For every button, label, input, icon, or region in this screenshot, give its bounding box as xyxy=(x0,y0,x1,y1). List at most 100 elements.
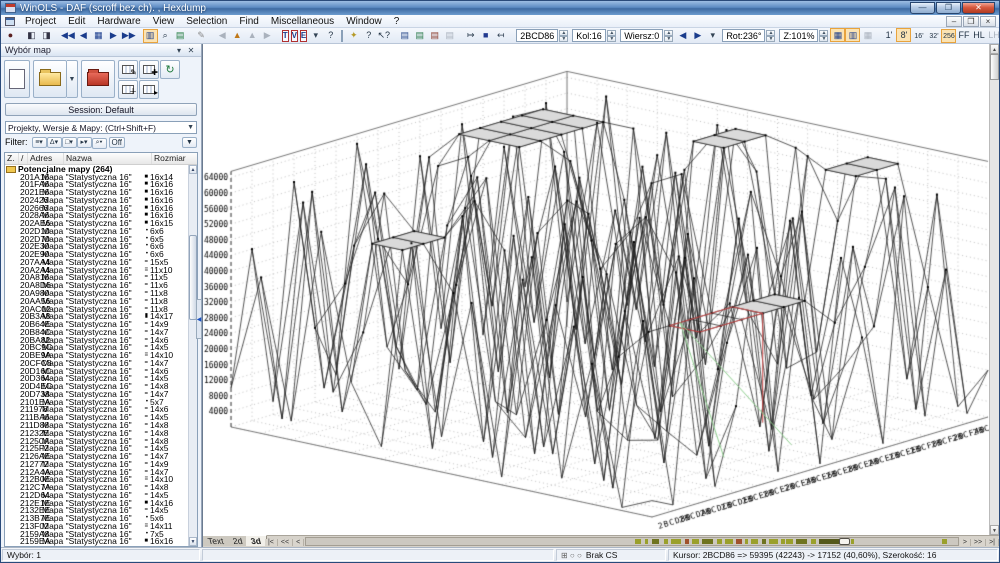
toolbar-icon[interactable]: ▥ xyxy=(845,28,861,42)
tab-text[interactable]: Text xyxy=(203,535,230,546)
toolbar-icon[interactable]: ▶ xyxy=(106,29,121,43)
value-view-button[interactable]: V xyxy=(290,29,298,42)
toolbar-icon[interactable]: ◨ xyxy=(39,29,54,43)
scroll-thumb[interactable] xyxy=(990,54,999,80)
toolbar-icon[interactable]: 32' xyxy=(926,29,941,43)
row-spinner[interactable]: Wiersz:0 ▲ ▼ xyxy=(620,29,674,42)
panel-close-icon[interactable]: ✕ xyxy=(185,46,197,55)
menu-item-view[interactable]: View xyxy=(147,15,181,28)
toolbar-icon[interactable]: ◀ xyxy=(76,29,91,43)
toolbar-icon[interactable]: ● xyxy=(3,29,18,43)
toolbar-icon[interactable]: 256 xyxy=(941,29,957,43)
toolbar-icon[interactable]: 1' xyxy=(881,28,896,42)
close-button[interactable]: ✕ xyxy=(962,2,995,14)
map-edit-button[interactable]: ✎ xyxy=(118,60,138,79)
import-file-button[interactable] xyxy=(81,60,115,98)
toolbar-icon[interactable]: ▾ xyxy=(705,29,720,43)
list-header[interactable]: Z. / Adres Nazwa Rozmiar xyxy=(5,152,197,165)
nav-button[interactable]: >| xyxy=(986,539,999,546)
filter-button[interactable]: □▾ xyxy=(61,136,77,148)
toolbar-icon[interactable]: ✎ xyxy=(194,29,209,43)
toolbar-icon[interactable]: ✦ xyxy=(346,29,361,43)
filter-button[interactable]: Δ▾ xyxy=(46,136,62,148)
toolbar-icon[interactable]: ▲ xyxy=(245,29,260,43)
tab-3d[interactable]: 3d xyxy=(246,535,267,546)
toolbar-icon[interactable]: ▤ xyxy=(427,29,442,43)
toolbar-icon[interactable]: ◧ xyxy=(24,29,39,43)
map-export-button[interactable]: ▸ xyxy=(139,80,159,99)
map-sync-button[interactable]: ↻ xyxy=(160,60,180,79)
minimize-button[interactable]: — xyxy=(910,2,935,14)
scroll-down-icon[interactable]: ▼ xyxy=(189,537,197,546)
toolbar-icon[interactable]: ▤ xyxy=(442,29,457,43)
toolbar-icon[interactable]: ■ xyxy=(478,29,493,43)
toolbar-icon[interactable]: ▦ xyxy=(860,28,875,42)
text-view-button[interactable]: T xyxy=(281,29,289,42)
toolbar-icon[interactable]: ▾ xyxy=(308,29,323,43)
nav-button[interactable]: << xyxy=(277,539,294,546)
menu-item-?[interactable]: ? xyxy=(388,15,406,28)
toolbar-icon[interactable]: ↦ xyxy=(463,29,478,43)
menu-item-selection[interactable]: Selection xyxy=(180,15,233,28)
nav-button[interactable]: < xyxy=(293,539,305,546)
scroll-up-icon[interactable]: ▲ xyxy=(990,44,999,54)
new-project-button[interactable] xyxy=(4,60,30,98)
zoom-spinner[interactable]: Z:101% ▲ ▼ xyxy=(779,29,829,42)
session-button[interactable]: Session: Default xyxy=(5,103,197,116)
toolbar-icon[interactable]: ◀ xyxy=(675,29,690,43)
chart-vscrollbar[interactable]: ▲ ▼ xyxy=(989,44,999,535)
toolbar-icon[interactable]: ▲ xyxy=(230,29,245,43)
maximize-button[interactable]: ❐ xyxy=(936,2,961,14)
toolbar-icon[interactable]: HL xyxy=(971,28,986,42)
toolbar-icon[interactable]: ▶ xyxy=(690,29,705,43)
column-spinner[interactable]: Kol:16 ▲ ▼ xyxy=(572,29,617,42)
toolbar-icon[interactable]: LH xyxy=(986,28,999,42)
toolbar-icon[interactable]: ▦ xyxy=(830,28,846,42)
list-body[interactable]: Potencjalne mapy (264) 201A16 Mapa "Staty… xyxy=(5,165,197,546)
surface-3d-canvas[interactable] xyxy=(203,44,991,537)
open-project-button[interactable] xyxy=(33,60,67,98)
toolbar-icon[interactable]: ? xyxy=(323,29,338,43)
menu-item-edit[interactable]: Edit xyxy=(62,15,91,28)
toolbar-icon[interactable]: ↖? xyxy=(376,29,391,43)
search-field[interactable] xyxy=(341,29,344,42)
tab-2d[interactable]: 2d xyxy=(227,535,249,546)
menu-item-hardware[interactable]: Hardware xyxy=(91,15,146,28)
filter-button[interactable]: ▸▾ xyxy=(76,136,92,148)
overview-handle[interactable] xyxy=(839,538,851,545)
nav-button[interactable]: > xyxy=(959,539,971,546)
mdi-button[interactable]: × xyxy=(980,15,996,27)
toolbar-icon[interactable]: 8' xyxy=(896,28,912,42)
open-project-dropdown[interactable]: ▼ xyxy=(67,60,78,98)
toolbar-icon[interactable]: ▤ xyxy=(173,29,188,43)
mdi-button[interactable]: – xyxy=(946,15,962,27)
menu-item-window[interactable]: Window xyxy=(340,15,388,28)
scroll-up-icon[interactable]: ▲ xyxy=(189,164,197,174)
filter-dropdown-button[interactable]: ▼ xyxy=(182,136,197,148)
toolbar-icon[interactable]: ▶ xyxy=(260,29,275,43)
project-filter-combo[interactable]: Projekty, Wersje & Mapy: (Ctrl+Shift+F) ▼ xyxy=(5,121,197,134)
menu-item-find[interactable]: Find xyxy=(233,15,264,28)
toolbar-icon[interactable]: ▤ xyxy=(412,29,427,43)
scroll-down-icon[interactable]: ▼ xyxy=(990,525,999,535)
filter-button[interactable]: ≡▾ xyxy=(31,136,47,148)
toolbar-icon[interactable]: ↤ xyxy=(493,29,508,43)
toolbar-icon[interactable]: 16' xyxy=(911,29,926,43)
mdi-button[interactable]: ❐ xyxy=(963,15,979,27)
filter-off-button[interactable]: Off xyxy=(108,136,126,148)
toolbar-icon[interactable]: FF xyxy=(956,28,971,42)
map-properties-button[interactable]: ✚ xyxy=(139,60,159,79)
toolbar-icon[interactable]: ◀ xyxy=(215,29,230,43)
toolbar-icon[interactable]: ▥ xyxy=(142,28,158,43)
toolbar-icon[interactable]: ? xyxy=(361,29,376,43)
toolbar-icon[interactable]: ▶▶ xyxy=(121,29,137,43)
menu-item-miscellaneous[interactable]: Miscellaneous xyxy=(265,15,340,28)
list-scrollbar[interactable]: ▲ ▼ xyxy=(188,164,197,546)
filter-button[interactable]: ⌕▾ xyxy=(91,137,107,149)
toolbar-icon[interactable]: ◀◀ xyxy=(60,29,76,43)
toolbar-icon[interactable]: ⌕ xyxy=(158,29,173,43)
overview-scrollbar[interactable] xyxy=(305,537,959,546)
nav-button[interactable]: >> xyxy=(970,539,987,546)
edit-view-button[interactable]: E xyxy=(299,29,308,42)
nav-button[interactable]: |< xyxy=(264,539,278,546)
